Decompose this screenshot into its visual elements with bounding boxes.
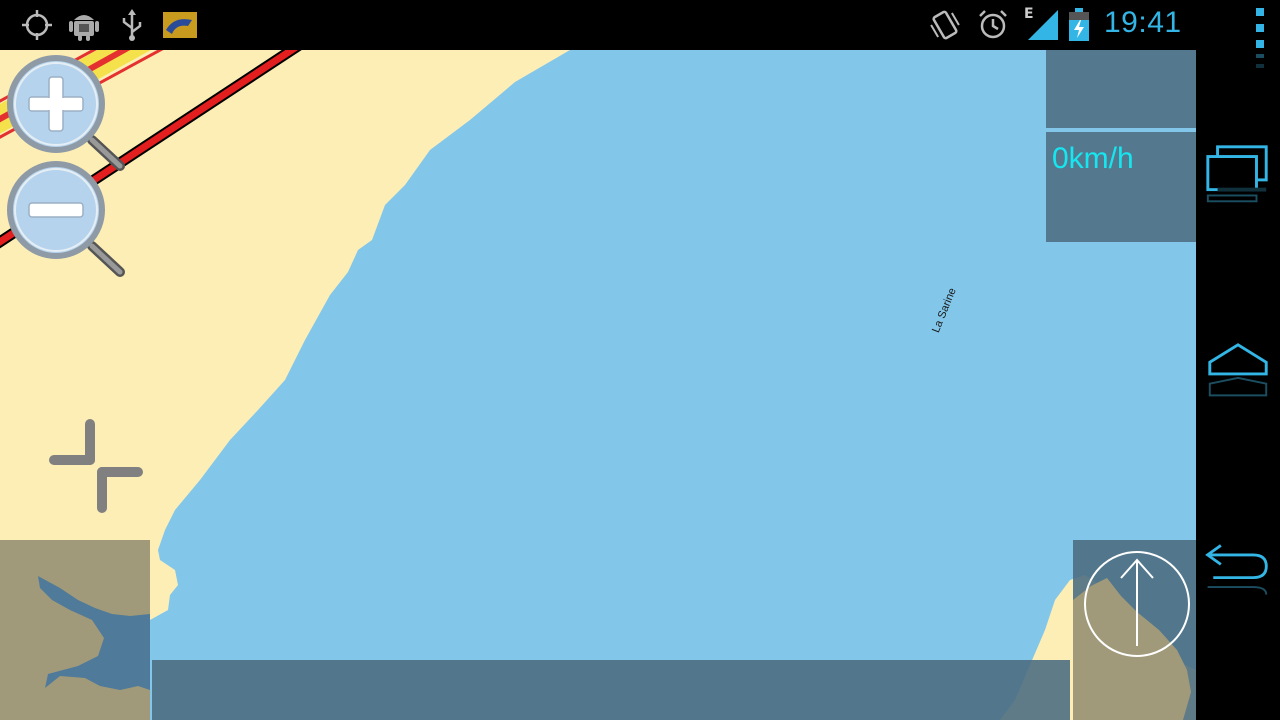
map-view[interactable]: La Sarine 0km/h <box>0 50 1196 720</box>
vibrate-icon <box>930 10 960 40</box>
navigation-bar <box>1196 0 1280 720</box>
battery-charging-icon <box>1069 8 1089 41</box>
home-icon[interactable] <box>1202 338 1274 408</box>
android-debug-icon <box>69 15 99 41</box>
app-notification-icon <box>163 12 197 38</box>
crosshair-icon <box>49 419 143 513</box>
overview-map-canvas <box>38 576 150 690</box>
signal-icon <box>1028 10 1058 40</box>
recent-apps-icon[interactable] <box>1202 140 1274 212</box>
compass-north-icon[interactable] <box>1083 550 1191 658</box>
overview-map[interactable] <box>0 540 150 720</box>
alarm-icon <box>979 10 1007 39</box>
usb-icon <box>122 9 142 41</box>
info-panel-top[interactable] <box>1046 50 1196 128</box>
gps-icon <box>22 10 52 40</box>
map-canvas <box>0 50 1196 720</box>
status-bar: E 19:41 <box>0 0 1196 50</box>
speed-readout: 0km/h <box>1052 142 1134 175</box>
overflow-menu-icon[interactable] <box>1224 4 1280 74</box>
bottom-info-bar[interactable] <box>152 660 1070 720</box>
clock: 19:41 <box>1104 6 1182 39</box>
back-icon[interactable] <box>1200 538 1272 604</box>
speed-panel[interactable]: 0km/h <box>1046 132 1196 242</box>
zoom-out-icon <box>7 161 125 277</box>
zoom-out-button[interactable] <box>4 158 129 283</box>
